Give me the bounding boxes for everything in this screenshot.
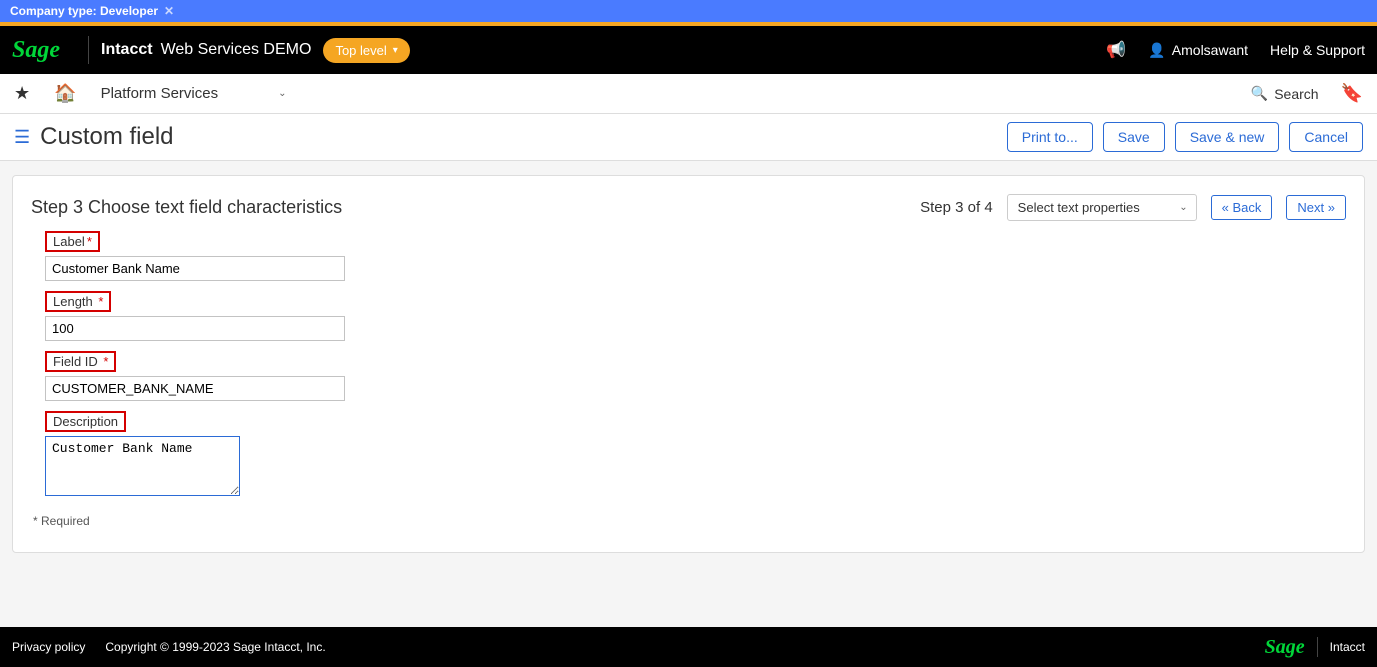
favorites-icon[interactable]: ★ xyxy=(14,83,30,104)
footer-sage-logo: Sage xyxy=(1265,636,1305,659)
label-text: Label xyxy=(53,234,85,249)
required-star: * xyxy=(100,354,109,369)
form-panel: Step 3 Choose text field characteristics… xyxy=(12,175,1365,553)
fieldid-input[interactable] xyxy=(45,376,345,401)
step-header: Step 3 Choose text field characteristics… xyxy=(31,194,1346,221)
module-label: Platform Services xyxy=(101,85,219,102)
header-divider xyxy=(88,36,89,64)
cancel-button[interactable]: Cancel xyxy=(1289,122,1363,152)
username-label: Amolsawant xyxy=(1172,42,1248,58)
footer-brand: Intacct xyxy=(1330,640,1365,654)
required-note: * Required xyxy=(33,514,1346,528)
required-star: * xyxy=(95,294,104,309)
company-type-text: Company type: Developer xyxy=(10,4,158,18)
save-new-button[interactable]: Save & new xyxy=(1175,122,1280,152)
help-link[interactable]: Help & Support xyxy=(1270,42,1365,58)
step-counter: Step 3 of 4 xyxy=(920,199,993,216)
search-label: Search xyxy=(1274,86,1318,102)
chevron-down-icon: ⌄ xyxy=(278,88,286,99)
save-button[interactable]: Save xyxy=(1103,122,1165,152)
close-icon[interactable]: ✕ xyxy=(164,4,174,18)
list-icon[interactable]: ☰ xyxy=(14,127,30,148)
length-text: Length xyxy=(53,294,93,309)
module-dropdown[interactable]: Platform Services ⌄ xyxy=(101,85,287,102)
page-title-row: ☰ Custom field Print to... Save Save & n… xyxy=(0,114,1377,161)
step-select-label: Select text properties xyxy=(1018,200,1140,215)
description-text: Description xyxy=(53,414,118,429)
main-header: Sage Intacct Web Services DEMO Top level… xyxy=(0,26,1377,74)
product-name: Intacct xyxy=(101,41,153,59)
next-button[interactable]: Next » xyxy=(1286,195,1346,220)
top-level-button[interactable]: Top level ▾ xyxy=(323,38,409,63)
back-button[interactable]: « Back xyxy=(1211,195,1273,220)
sage-logo: Sage xyxy=(12,37,60,64)
chevron-down-icon: ▾ xyxy=(393,45,398,56)
footer-divider xyxy=(1317,637,1318,657)
label-input[interactable] xyxy=(45,256,345,281)
fieldid-field-label: Field ID * xyxy=(45,351,116,372)
company-name: Web Services DEMO xyxy=(161,41,312,59)
footer: Privacy policy Copyright © 1999-2023 Sag… xyxy=(0,627,1377,667)
chevron-down-icon: ⌄ xyxy=(1179,202,1187,213)
search-icon: 🔍 xyxy=(1251,85,1268,102)
fieldid-text: Field ID xyxy=(53,354,98,369)
privacy-link[interactable]: Privacy policy xyxy=(12,640,85,654)
required-star: * xyxy=(87,234,92,249)
step-title: Step 3 Choose text field characteristics xyxy=(31,197,342,218)
length-field-label: Length * xyxy=(45,291,111,312)
page-title: Custom field xyxy=(40,123,173,151)
step-select[interactable]: Select text properties ⌄ xyxy=(1007,194,1197,221)
bookmark-icon[interactable]: 🔖 xyxy=(1341,83,1363,104)
description-input[interactable] xyxy=(45,436,240,496)
home-icon[interactable]: 🏠 xyxy=(54,83,76,104)
copyright-text: Copyright © 1999-2023 Sage Intacct, Inc. xyxy=(105,640,325,654)
bullhorn-icon[interactable]: 📢 xyxy=(1106,40,1126,60)
search-button[interactable]: 🔍 Search xyxy=(1251,85,1319,102)
print-button[interactable]: Print to... xyxy=(1007,122,1093,152)
top-level-label: Top level xyxy=(335,43,386,58)
length-input[interactable] xyxy=(45,316,345,341)
company-type-bar: Company type: Developer ✕ xyxy=(0,0,1377,22)
user-icon: 👤 xyxy=(1148,42,1165,59)
nav-bar: ★ 🏠 Platform Services ⌄ 🔍 Search 🔖 xyxy=(0,74,1377,114)
description-field-label: Description xyxy=(45,411,126,432)
label-field-label: Label* xyxy=(45,231,100,252)
user-menu[interactable]: 👤 Amolsawant xyxy=(1148,42,1248,59)
page-actions: Print to... Save Save & new Cancel xyxy=(1007,122,1363,152)
